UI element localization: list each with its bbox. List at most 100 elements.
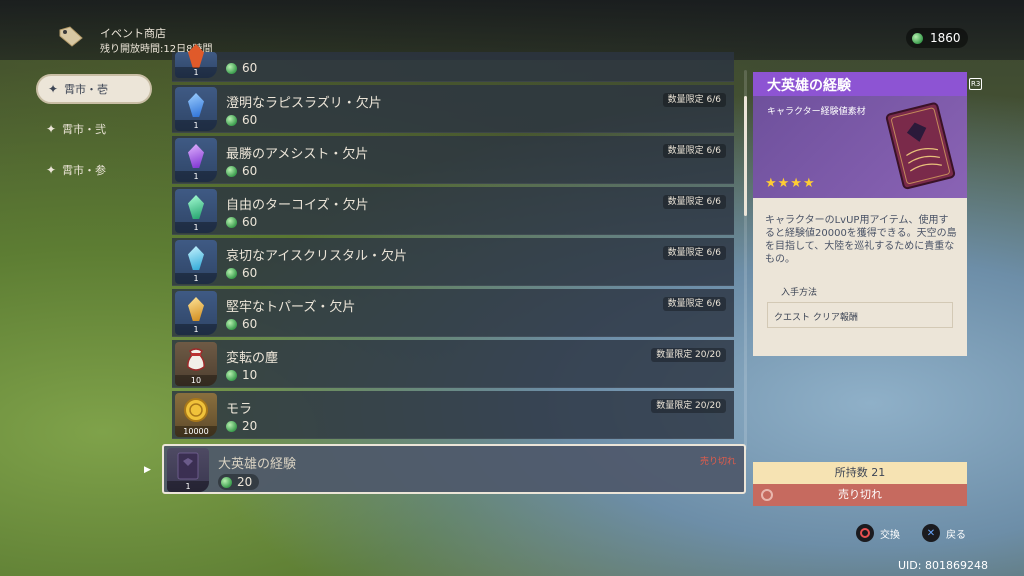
item-name: 変転の塵 [226, 351, 279, 366]
item-qty: 1 [175, 324, 217, 335]
item-name: 哀切なアイスクリスタル・欠片 [226, 249, 407, 264]
price-value: 60 [242, 266, 258, 280]
top-bar: イベント商店 残り開放時間:12日8時間 1860 [0, 0, 1024, 60]
item-price: 60 [226, 215, 257, 229]
currency-coin-icon [226, 165, 237, 177]
source-value: クエスト クリア報酬 [767, 302, 953, 328]
shop-title: イベント商店 [100, 27, 166, 40]
list-item[interactable]: 1 60 [172, 44, 734, 82]
limit-badge: 数量限定 6/6 [662, 246, 726, 260]
item-price: 60 [226, 61, 257, 75]
item-name: 最勝のアメシスト・欠片 [226, 147, 369, 162]
item-price: 10 [226, 368, 257, 382]
item-name: モラ [226, 402, 253, 417]
mora-coin-icon [184, 398, 208, 422]
exchange-button[interactable]: 交換 [856, 524, 900, 542]
sold-out-button[interactable]: 売り切れ [753, 484, 967, 506]
rarity-stars: ★★★★ [765, 176, 816, 191]
price-value: 10 [242, 368, 258, 382]
list-item-selected[interactable]: ▶ 1 大英雄の経験 20 売り切れ [144, 444, 746, 494]
list-item[interactable]: 1 澄明なラピスラズリ・欠片 60 数量限定 6/6 [172, 85, 734, 133]
item-qty: 10 [175, 375, 217, 386]
item-thumb: 1 [175, 138, 217, 182]
price-value: 60 [242, 61, 258, 75]
exp-book-icon [177, 452, 199, 480]
tab-shop-2[interactable]: ✦ 霄市・弐 [36, 114, 152, 144]
item-thumb: 1 [175, 87, 217, 131]
item-price: 20 [218, 474, 260, 490]
back-label: 戻る [946, 529, 966, 541]
list-scrollbar-thumb[interactable] [744, 96, 747, 216]
price-value: 60 [242, 317, 258, 331]
limit-badge: 数量限定 6/6 [662, 144, 726, 158]
currency-coin-icon [912, 32, 923, 44]
gem-purple-icon [188, 144, 204, 168]
currency-coin-icon [226, 216, 237, 228]
limit-badge: 数量限定 20/20 [651, 348, 726, 362]
price-value: 60 [242, 215, 258, 229]
cross-button-icon: ✕ [922, 524, 940, 542]
sold-out-badge: 売り切れ [699, 457, 736, 467]
list-item[interactable]: 1 哀切なアイスクリスタル・欠片 60 数量限定 6/6 [172, 238, 734, 286]
item-name: 大英雄の経験 [218, 457, 297, 472]
list-item[interactable]: 1 最勝のアメシスト・欠片 60 数量限定 6/6 [172, 136, 734, 184]
detail-header: 大英雄の経験 キャラクター経験値素材 ★★★★ [753, 72, 967, 198]
item-price: 60 [226, 164, 257, 178]
item-thumb: 1 [175, 44, 217, 78]
tab-label: 霄市・壱 [64, 83, 109, 96]
detail-description: キャラクターのLvUP用アイテム、使用すると経験値20000を獲得できる。天空の… [765, 215, 957, 265]
item-price: 60 [226, 317, 257, 331]
detail-category: キャラクター経験値素材 [767, 107, 866, 117]
detail-title: 大英雄の経験 [753, 72, 967, 96]
list-item[interactable]: 1 自由のターコイズ・欠片 60 数量限定 6/6 [172, 187, 734, 235]
item-thumb: 10000 [175, 393, 217, 437]
limit-badge: 数量限定 20/20 [651, 399, 726, 413]
gem-cyan-icon [188, 246, 204, 270]
price-value: 20 [242, 419, 258, 433]
list-item[interactable]: 10 変転の塵 10 数量限定 20/20 [172, 340, 734, 388]
item-qty: 1 [175, 120, 217, 131]
limit-badge: 数量限定 6/6 [662, 297, 726, 311]
circle-button-icon [856, 524, 874, 542]
list-item[interactable]: 10000 モラ 20 数量限定 20/20 [172, 391, 734, 439]
item-qty: 1 [175, 67, 217, 78]
currency-coin-icon [226, 318, 237, 330]
item-name: 澄明なラピスラズリ・欠片 [226, 96, 382, 111]
four-point-star-icon: ✦ [46, 163, 57, 177]
owned-count: 所持数 21 [753, 462, 967, 484]
price-value: 60 [242, 113, 258, 127]
item-qty: 1 [175, 273, 217, 284]
detail-body: キャラクターのLvUP用アイテム、使用すると経験値20000を獲得できる。天空の… [753, 198, 967, 356]
item-price: 20 [226, 419, 257, 433]
currency-coin-icon [226, 114, 237, 126]
item-name: 堅牢なトパーズ・欠片 [226, 300, 356, 315]
item-thumb: 10 [175, 342, 217, 386]
dust-bag-icon [187, 348, 205, 371]
gem-gold-icon [188, 297, 204, 321]
item-thumb: 1 [175, 189, 217, 233]
price-value: 20 [237, 475, 253, 489]
tab-shop-1[interactable]: ✦ 霄市・壱 [36, 74, 152, 104]
back-button[interactable]: ✕ 戻る [922, 524, 966, 542]
item-qty: 1 [167, 481, 209, 492]
currency-coin-icon [221, 476, 232, 488]
list-item[interactable]: 1 堅牢なトパーズ・欠片 60 数量限定 6/6 [172, 289, 734, 337]
currency-amount: 1860 [930, 31, 961, 45]
r3-button-hint[interactable]: R3 [969, 78, 983, 90]
item-thumb: 1 [175, 240, 217, 284]
tab-label: 霄市・弐 [62, 123, 107, 136]
gem-blue-icon [188, 93, 204, 117]
tab-shop-3[interactable]: ✦ 霄市・参 [36, 155, 152, 185]
price-value: 60 [242, 164, 258, 178]
currency-coin-icon [226, 420, 237, 432]
tab-label: 霄市・参 [62, 164, 107, 177]
sold-out-label: 売り切れ [838, 488, 882, 501]
item-thumb: 1 [175, 291, 217, 335]
item-name: 自由のターコイズ・欠片 [226, 198, 369, 213]
item-list: 1 60 1 澄明なラピスラズリ・欠片 60 数量限定 6/6 1 最勝のアメシ… [144, 44, 746, 496]
currency-coin-icon [226, 369, 237, 381]
selection-caret-icon: ▶ [144, 465, 151, 475]
item-thumb: 1 [167, 448, 209, 492]
four-point-star-icon: ✦ [46, 122, 57, 136]
limit-badge: 数量限定 6/6 [662, 195, 726, 209]
